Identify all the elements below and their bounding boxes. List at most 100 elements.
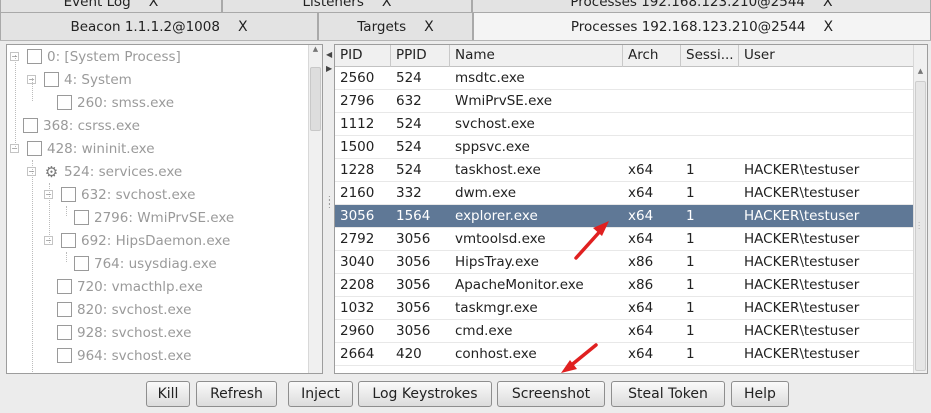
process-table[interactable]: PID PPID Name Arch Sessi... User 2560 524… bbox=[334, 44, 928, 374]
close-icon[interactable]: X bbox=[824, 19, 834, 35]
column-header-ppid[interactable]: PPID bbox=[391, 45, 450, 67]
collapse-icon[interactable]: − bbox=[10, 144, 19, 153]
tree-node[interactable]: 260: smss.exe bbox=[57, 91, 174, 114]
cell-arch: x64 bbox=[628, 323, 654, 339]
kill-button[interactable]: Kill bbox=[146, 381, 190, 407]
tree-node[interactable]: − 428: wininit.exe bbox=[10, 137, 155, 160]
scrollbar-thumb[interactable] bbox=[310, 67, 321, 131]
inject-button[interactable]: Inject bbox=[288, 381, 353, 407]
tree-node[interactable]: − ⚙ 524: services.exe bbox=[27, 160, 182, 183]
tree-node-label: 524: services.exe bbox=[64, 163, 183, 180]
cell-arch: x64 bbox=[628, 231, 654, 247]
screenshot-button[interactable]: Screenshot bbox=[497, 381, 605, 407]
tab-processes-top[interactable]: Processes 192.168.123.210@2544 X bbox=[472, 0, 931, 12]
table-row[interactable]: 2664 420 conhost.exe x64 1 HACKER\testuser bbox=[335, 343, 915, 366]
tree-node[interactable]: 964: svchost.exe bbox=[57, 344, 191, 367]
collapse-icon[interactable]: − bbox=[44, 236, 53, 245]
cell-name: HipsTray.exe bbox=[455, 254, 539, 270]
cell-pid: 1112 bbox=[340, 116, 375, 132]
collapse-icon[interactable]: − bbox=[44, 190, 53, 199]
tab-beacon[interactable]: Beacon 1.1.1.2@1008 X bbox=[0, 12, 318, 40]
cell-name: vmtoolsd.exe bbox=[455, 231, 546, 247]
cell-user bbox=[739, 136, 915, 159]
cell-pid: 1228 bbox=[340, 162, 375, 178]
scroll-up-icon[interactable]: ▲ bbox=[309, 45, 322, 57]
log-keystrokes-button[interactable]: Log Keystrokes bbox=[358, 381, 492, 407]
tab-listeners[interactable]: Listeners X bbox=[222, 0, 472, 12]
table-row[interactable]: 1500 524 sppsvc.exe bbox=[335, 136, 915, 159]
close-icon[interactable]: X bbox=[823, 0, 833, 10]
table-row[interactable]: 2208 3056 ApacheMonitor.exe x86 1 HACKER\test… bbox=[335, 274, 915, 297]
column-header-arch[interactable]: Arch bbox=[623, 45, 681, 67]
cell-arch: x86 bbox=[628, 254, 654, 270]
tree-node-label: 260: smss.exe bbox=[77, 94, 175, 111]
tab-targets[interactable]: Targets X bbox=[318, 12, 473, 40]
table-row[interactable]: 1032 3056 taskmgr.exe x64 1 HACKER\testuser bbox=[335, 297, 915, 320]
cell-ppid: 332 bbox=[396, 185, 422, 201]
close-icon[interactable]: X bbox=[149, 0, 159, 10]
tab-event-log[interactable]: Event Log X bbox=[0, 0, 222, 12]
table-row[interactable]: 3056 1564 explorer.exe x64 1 HACKER\testuser bbox=[335, 205, 915, 228]
tab-label: Processes 192.168.123.210@2544 bbox=[570, 0, 806, 10]
column-header-name[interactable]: Name bbox=[450, 45, 623, 67]
steal-token-button[interactable]: Steal Token bbox=[611, 381, 725, 407]
table-row[interactable]: 1228 524 taskhost.exe x64 1 HACKER\testuser bbox=[335, 159, 915, 182]
cell-user: HACKER\testuser bbox=[744, 162, 860, 178]
tab-processes[interactable]: Processes 192.168.123.210@2544 X bbox=[473, 12, 931, 40]
cell-name: taskmgr.exe bbox=[455, 300, 538, 316]
cell-session: 1 bbox=[686, 185, 695, 201]
tree-node[interactable]: 764: usysdiag.exe bbox=[74, 252, 217, 275]
collapse-left-icon[interactable]: ◀ bbox=[326, 50, 332, 59]
close-icon[interactable]: X bbox=[382, 0, 392, 10]
table-row[interactable]: 2792 3056 vmtoolsd.exe x64 1 HACKER\testuser bbox=[335, 228, 915, 251]
drag-handle-icon[interactable]: ::: bbox=[328, 194, 331, 210]
cell-ppid: 3056 bbox=[396, 323, 431, 339]
help-button[interactable]: Help bbox=[731, 381, 789, 407]
refresh-button[interactable]: Refresh bbox=[196, 381, 277, 407]
table-row[interactable]: 2960 3056 cmd.exe x64 1 HACKER\testuser bbox=[335, 320, 915, 343]
table-row[interactable]: 3040 3056 HipsTray.exe x86 1 HACKER\testuser bbox=[335, 251, 915, 274]
table-row[interactable]: 1112 524 svchost.exe bbox=[335, 113, 915, 136]
table-row[interactable]: 2560 524 msdtc.exe bbox=[335, 67, 915, 90]
cell-pid: 2960 bbox=[340, 323, 375, 339]
process-tree[interactable]: − 0: [System Process] − 4: System 260: s… bbox=[6, 44, 323, 374]
tree-node[interactable]: 928: svchost.exe bbox=[57, 321, 191, 344]
close-icon[interactable]: X bbox=[424, 19, 434, 35]
collapse-right-icon[interactable]: ▶ bbox=[326, 64, 332, 73]
process-icon bbox=[27, 141, 42, 156]
scrollbar-thumb[interactable]: · · · bbox=[915, 81, 926, 371]
tree-node[interactable]: 820: svchost.exe bbox=[57, 298, 191, 321]
tree-node[interactable]: 368: csrss.exe bbox=[23, 114, 140, 137]
table-body: 2560 524 msdtc.exe 2796 632 WmiPrvSE.exe 1112 5… bbox=[335, 67, 915, 366]
tree-node[interactable]: − 0: [System Process] bbox=[10, 45, 181, 68]
cell-session: 1 bbox=[686, 162, 695, 178]
tree-node[interactable]: − 632: svchost.exe bbox=[44, 183, 195, 206]
tree-node-label: 764: usysdiag.exe bbox=[94, 255, 217, 272]
collapse-icon[interactable]: − bbox=[27, 75, 36, 84]
table-header: PID PPID Name Arch Sessi... User bbox=[335, 45, 915, 67]
cell-name: cmd.exe bbox=[455, 323, 513, 339]
table-row[interactable]: 2796 632 WmiPrvSE.exe bbox=[335, 90, 915, 113]
split-divider[interactable]: ◀ ▶ ::: bbox=[325, 44, 333, 374]
main-tab-row: Beacon 1.1.1.2@1008 X Targets X Processe… bbox=[0, 12, 931, 40]
cell-ppid: 3056 bbox=[396, 277, 431, 293]
collapse-icon[interactable]: − bbox=[27, 167, 36, 176]
column-header-user[interactable]: User bbox=[739, 45, 915, 67]
tree-node[interactable]: − 4: System bbox=[27, 68, 132, 91]
cell-ppid: 420 bbox=[396, 346, 422, 362]
column-header-session[interactable]: Sessi... bbox=[681, 45, 739, 67]
tree-node-label: 720: vmacthlp.exe bbox=[77, 278, 203, 295]
cell-name: dwm.exe bbox=[455, 185, 517, 201]
tree-node[interactable]: − 692: HipsDaemon.exe bbox=[44, 229, 230, 252]
scroll-up-icon[interactable]: ▲ bbox=[914, 67, 927, 79]
column-header-pid[interactable]: PID bbox=[335, 45, 391, 67]
close-icon[interactable]: X bbox=[238, 19, 248, 35]
cell-session: 1 bbox=[686, 254, 695, 270]
collapse-icon[interactable]: − bbox=[10, 52, 19, 61]
tree-node[interactable]: 720: vmacthlp.exe bbox=[57, 275, 203, 298]
tree-scrollbar[interactable]: ▲ bbox=[308, 45, 322, 373]
tree-node[interactable]: 2796: WmiPrvSE.exe bbox=[74, 206, 234, 229]
table-row[interactable]: 2160 332 dwm.exe x64 1 HACKER\testuser bbox=[335, 182, 915, 205]
table-scrollbar[interactable]: ▲ · · · bbox=[913, 45, 927, 373]
cell-arch bbox=[623, 113, 681, 136]
